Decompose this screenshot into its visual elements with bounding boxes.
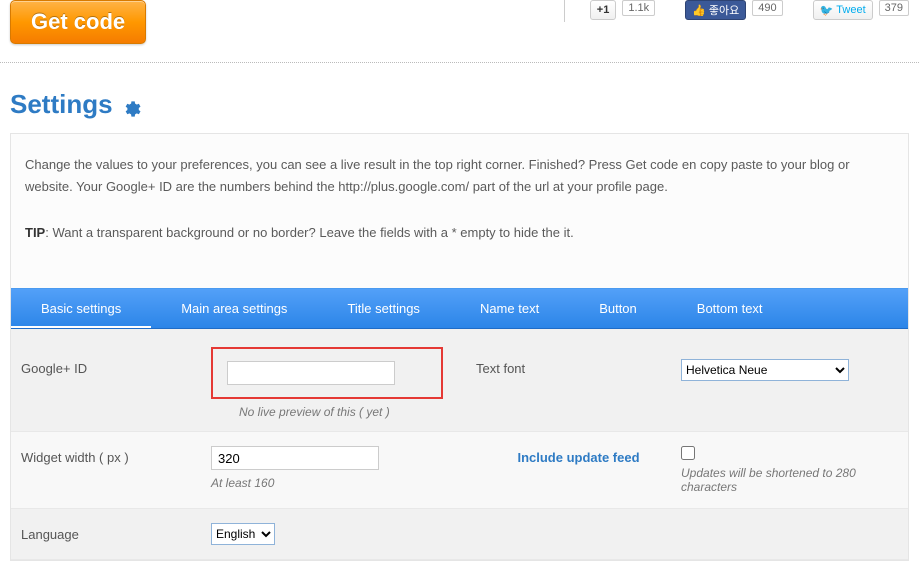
label-language: Language bbox=[21, 527, 211, 542]
settings-panel: Change the values to your preferences, y… bbox=[10, 133, 909, 561]
get-code-button[interactable]: Get code bbox=[10, 0, 146, 44]
social-bar: +1 1.1k 👍 좋아요 490 🐦 Tweet 379 bbox=[564, 0, 909, 22]
thumbs-up-icon: 👍 bbox=[692, 4, 706, 17]
label-google-id: Google+ ID bbox=[21, 347, 211, 376]
tweet-count: 379 bbox=[879, 0, 909, 16]
help-text: Change the values to your preferences, y… bbox=[11, 134, 908, 288]
gear-icon bbox=[121, 95, 141, 115]
plus-one-count: 1.1k bbox=[622, 0, 655, 16]
google-id-input[interactable] bbox=[227, 361, 395, 385]
page-title: Settings bbox=[0, 63, 919, 128]
plus-one-button[interactable]: +1 bbox=[590, 0, 617, 20]
include-feed-checkbox[interactable] bbox=[681, 446, 695, 460]
label-text-font: Text font bbox=[476, 347, 681, 376]
google-id-hint: No live preview of this ( yet ) bbox=[239, 405, 476, 419]
tab-title-settings[interactable]: Title settings bbox=[317, 289, 450, 328]
label-widget-width: Widget width ( px ) bbox=[21, 446, 211, 465]
facebook-like-count: 490 bbox=[752, 0, 782, 16]
tab-main-area-settings[interactable]: Main area settings bbox=[151, 289, 317, 328]
tab-name-text[interactable]: Name text bbox=[450, 289, 569, 328]
facebook-like-button[interactable]: 👍 좋아요 bbox=[685, 0, 746, 20]
tab-button[interactable]: Button bbox=[569, 289, 667, 328]
tweet-button[interactable]: 🐦 Tweet bbox=[813, 0, 873, 20]
twitter-icon: 🐦 bbox=[820, 4, 834, 17]
language-select[interactable]: English bbox=[211, 523, 275, 545]
tabs: Basic settings Main area settings Title … bbox=[11, 288, 908, 329]
label-include-feed: Include update feed bbox=[476, 446, 681, 465]
text-font-select[interactable]: Helvetica Neue bbox=[681, 359, 849, 381]
widget-width-hint: At least 160 bbox=[211, 476, 274, 490]
like-label: 좋아요 bbox=[709, 2, 739, 18]
tab-basic-settings[interactable]: Basic settings bbox=[11, 289, 151, 328]
tab-bottom-text[interactable]: Bottom text bbox=[667, 289, 793, 328]
widget-width-input[interactable] bbox=[211, 446, 379, 470]
tweet-label: Tweet bbox=[836, 4, 865, 16]
include-feed-hint: Updates will be shortened to 280 charact… bbox=[681, 466, 898, 494]
